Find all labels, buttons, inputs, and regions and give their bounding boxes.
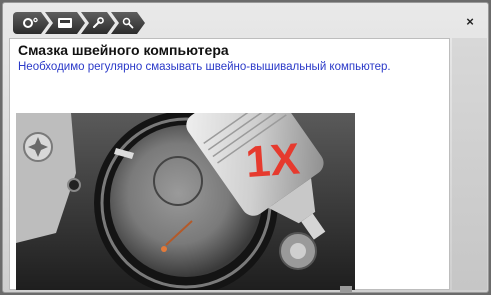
settings-toggle-icon <box>22 17 40 29</box>
oil-drop-count-label: 1X <box>244 134 301 187</box>
screen-icon <box>57 17 73 29</box>
search-icon <box>122 17 134 29</box>
page-title: Смазка швейного компьютера <box>18 42 229 58</box>
breadcrumb <box>13 12 141 34</box>
close-icon: × <box>466 14 474 29</box>
breadcrumb-item-home[interactable] <box>13 12 49 34</box>
bobbin-oiling-illustration: 1X <box>16 113 355 290</box>
close-button[interactable]: × <box>463 15 477 29</box>
breadcrumb-item-screen[interactable] <box>45 12 85 34</box>
breadcrumb-item-tools[interactable] <box>81 12 115 34</box>
breadcrumb-item-search[interactable] <box>111 12 145 34</box>
wrench-icon <box>91 16 105 30</box>
description-text: Необходимо регулярно смазывать швейно-вы… <box>18 61 391 73</box>
lubrication-photo: 1X <box>16 113 355 290</box>
help-content-panel: Смазка швейного компьютера Необходимо ре… <box>9 38 450 292</box>
side-pane <box>452 38 487 290</box>
scroll-handle[interactable] <box>340 286 352 292</box>
